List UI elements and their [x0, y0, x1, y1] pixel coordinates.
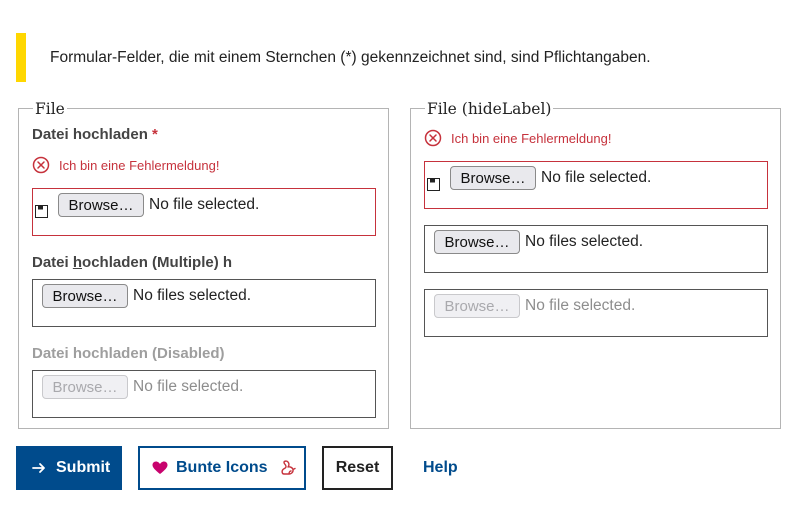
fieldset-file-hidelabel: File (hideLabel) Ich bin eine Fehlermeld…	[410, 100, 781, 429]
file-status: No file selected.	[133, 378, 244, 395]
file-input-required[interactable]: Browse… No file selected.	[32, 188, 376, 236]
required-fields-notice: Formular-Felder, die mit einem Sternchen…	[16, 33, 776, 82]
arrow-right-icon	[32, 463, 45, 473]
file-upload-multiple-label: Datei hochladen (Multiple) h	[32, 254, 232, 271]
file-status: No files selected.	[525, 233, 644, 250]
file-upload-disabled-label: Datei hochladen (Disabled)	[32, 345, 225, 362]
label-suffix: ochladen (Multiple) h	[82, 254, 233, 271]
colorful-icons-button[interactable]: Bunte Icons	[138, 446, 306, 490]
browse-button[interactable]: Browse…	[434, 230, 520, 254]
file-status: No file selected.	[525, 297, 636, 314]
reset-button[interactable]: Reset	[322, 446, 393, 490]
error-message: Ich bin eine Fehlermeldung!	[32, 156, 219, 174]
file-upload-label: Datei hochladen *	[32, 126, 158, 143]
error-message-text: Ich bin eine Fehlermeldung!	[59, 157, 220, 173]
file-status: No files selected.	[133, 287, 252, 304]
fieldset-file-legend: File	[33, 100, 67, 118]
error-message: Ich bin eine Fehlermeldung!	[424, 129, 611, 147]
heart-icon	[152, 461, 168, 474]
error-message-text: Ich bin eine Fehlermeldung!	[451, 130, 612, 146]
required-marker: *	[152, 126, 158, 143]
browse-button-disabled: Browse…	[42, 375, 128, 399]
label-prefix: Datei	[32, 254, 73, 271]
help-link[interactable]: Help	[423, 446, 483, 490]
error-circle-icon	[32, 156, 50, 174]
save-icon	[427, 178, 440, 191]
fieldset-hidelabel-legend: File (hideLabel)	[425, 100, 554, 118]
file-upload-label-text: Datei hochladen	[32, 126, 148, 143]
file-input-multiple[interactable]: Browse… No files selected.	[32, 279, 376, 327]
error-circle-icon	[424, 129, 442, 147]
colorful-icons-label: Bunte Icons	[176, 459, 268, 476]
browse-button[interactable]: Browse…	[450, 166, 536, 190]
file-input-disabled: Browse… No file selected.	[32, 370, 376, 418]
file-input-disabled: Browse… No file selected.	[424, 289, 768, 337]
file-status: No file selected.	[149, 196, 260, 213]
submit-label: Submit	[56, 459, 111, 476]
file-input-required[interactable]: Browse… No file selected.	[424, 161, 768, 209]
save-icon	[35, 205, 48, 218]
browse-button[interactable]: Browse…	[42, 284, 128, 308]
notice-text: Formular-Felder, die mit einem Sternchen…	[50, 49, 651, 66]
submit-button[interactable]: Submit	[16, 446, 122, 490]
fieldset-file: File Datei hochladen * Ich bin eine Fehl…	[18, 100, 389, 429]
browse-button-disabled: Browse…	[434, 294, 520, 318]
squirrel-icon	[280, 460, 296, 475]
browse-button[interactable]: Browse…	[58, 193, 144, 217]
file-status: No file selected.	[541, 169, 652, 186]
file-input-multiple[interactable]: Browse… No files selected.	[424, 225, 768, 273]
accesskey-char: h	[72, 254, 83, 271]
